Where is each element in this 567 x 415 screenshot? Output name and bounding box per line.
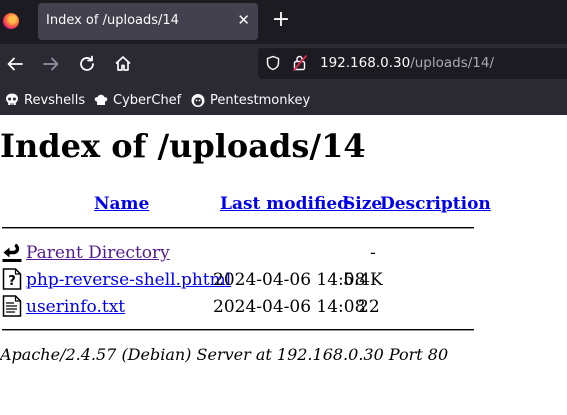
- file-size: 5.4K: [343, 270, 383, 290]
- file-link-userinfo[interactable]: userinfo.txt: [26, 297, 125, 317]
- file-size: -: [370, 243, 376, 263]
- file-link-parent-directory[interactable]: Parent Directory: [26, 243, 170, 263]
- back-arrow-icon[interactable]: [4, 53, 26, 75]
- column-header-last-modified[interactable]: Last modified: [220, 194, 349, 214]
- reload-icon[interactable]: [76, 53, 98, 75]
- monkey-icon: [190, 92, 206, 108]
- chef-icon: [93, 92, 109, 108]
- page-title: Index of /uploads/14: [0, 127, 366, 165]
- bookmark-label: Pentestmonkey: [210, 92, 311, 108]
- new-tab-button[interactable]: +: [271, 9, 291, 31]
- file-last-modified: 2024-04-06 14:08: [213, 297, 366, 317]
- column-header-description[interactable]: Description: [380, 194, 491, 214]
- navigation-toolbar: 192.168.0.30/uploads/14/: [0, 44, 567, 84]
- text-file-icon: [2, 295, 22, 317]
- column-header-size[interactable]: Size: [343, 194, 382, 214]
- home-icon[interactable]: [112, 53, 134, 75]
- footer-divider: [2, 329, 474, 331]
- bookmark-pentestmonkey[interactable]: Pentestmonkey: [190, 91, 310, 109]
- bookmark-label: CyberChef: [113, 92, 182, 108]
- close-icon[interactable]: ✕: [237, 12, 250, 28]
- bookmark-revshells[interactable]: Revshells: [4, 91, 85, 109]
- column-header-name[interactable]: Name: [94, 194, 149, 214]
- tab-title: Index of /uploads/14: [46, 13, 179, 28]
- address-bar[interactable]: 192.168.0.30/uploads/14/: [258, 48, 567, 79]
- header-divider: [2, 227, 474, 229]
- skull-icon: [4, 92, 20, 108]
- page-content: Index of /uploads/14 Name Last modified …: [0, 115, 567, 415]
- url-text[interactable]: 192.168.0.30/uploads/14/: [320, 55, 494, 71]
- file-size: 22: [358, 297, 380, 317]
- back-icon: [2, 241, 22, 263]
- browser-chrome: Index of /uploads/14 ✕ + 192.168.0.30/up…: [0, 0, 567, 115]
- insecure-lock-icon[interactable]: [292, 54, 308, 72]
- tab-strip: Index of /uploads/14 ✕ +: [0, 0, 567, 44]
- forward-arrow-icon[interactable]: [40, 53, 62, 75]
- svg-text:?: ?: [8, 274, 16, 289]
- server-signature: Apache/2.4.57 (Debian) Server at 192.168…: [0, 345, 449, 364]
- bookmark-label: Revshells: [24, 92, 86, 108]
- url-path: /uploads/14/: [410, 55, 495, 71]
- bookmark-cyberchef[interactable]: CyberChef: [93, 91, 181, 109]
- firefox-menu-icon[interactable]: [3, 13, 19, 29]
- file-link-php-reverse-shell[interactable]: php-reverse-shell.phtml: [26, 270, 231, 290]
- tab-active[interactable]: Index of /uploads/14 ✕: [38, 3, 258, 40]
- tracking-protection-shield-icon[interactable]: [265, 55, 281, 71]
- unknown-file-icon: ?: [2, 268, 22, 290]
- bookmarks-toolbar: Revshells CyberChef Pentestmonkey: [0, 84, 567, 115]
- url-host: 192.168.0.30: [320, 55, 411, 71]
